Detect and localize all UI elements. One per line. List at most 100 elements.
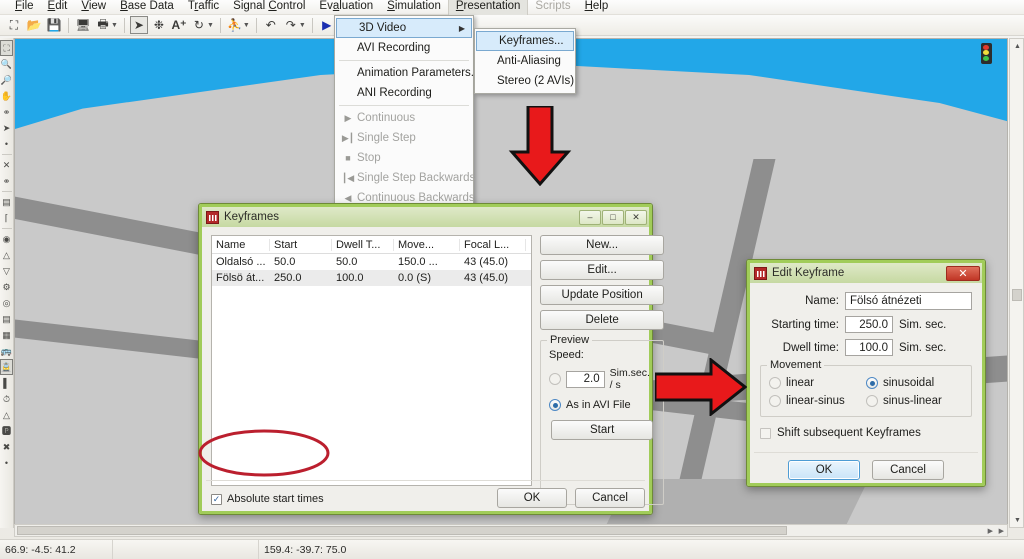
menu-traffic[interactable]: Traffic [181,0,226,15]
menu-item-keyframes[interactable]: Keyframes... [476,31,574,51]
open-file-icon[interactable]: 📂 [25,16,43,34]
pan-hand-icon[interactable]: ✋ [0,88,13,104]
menu-item-animation-parameters[interactable]: Animation Parameters... [335,63,480,83]
column-header-focal-length[interactable]: Focal L... [460,238,526,251]
edit-button[interactable]: Edit... [540,260,665,280]
menu-item-stereo[interactable]: Stereo (2 AVIs) [475,71,575,91]
column-header-movement[interactable]: Move... [394,238,460,251]
print-icon[interactable]: 🖶 [94,16,112,34]
edit-keyframe-titlebar[interactable]: Edit Keyframe ✕ [750,263,982,283]
movement-option-linear-sinus[interactable]: linear-sinus [769,395,866,407]
network-editor-icon[interactable]: ⛶ [0,40,13,56]
refresh-dropdown-icon[interactable]: ▼ [207,22,214,29]
column-header-start[interactable]: Start [270,238,332,251]
close-button[interactable]: ✕ [946,265,980,281]
save-icon[interactable]: 💾 [45,16,63,34]
linear-radio[interactable] [769,377,781,389]
menu-item-anti-aliasing[interactable]: Anti-Aliasing [475,51,575,71]
sinus-linear-radio[interactable] [866,395,878,407]
menu-presentation[interactable]: Presentation [447,0,529,15]
menu-file[interactable]: FFileile [8,0,41,15]
as-in-avi-radio[interactable] [549,399,561,411]
linear-sinus-radio[interactable] [769,395,781,407]
video3d-submenu-dropdown[interactable]: Keyframes... Anti-Aliasing Stereo (2 AVI… [474,28,576,94]
redo-icon[interactable]: ↷ [282,16,300,34]
text-label-icon[interactable]: A⁺ [170,16,188,34]
shift-subsequent-row[interactable]: Shift subsequent Keyframes [760,427,972,439]
starting-time-input[interactable]: 250.0 [845,316,893,333]
pedestrian-dropdown-icon[interactable]: ▼ [243,22,250,29]
menu-base-data[interactable]: Base Data [113,0,181,15]
print-preview-icon[interactable]: 🖥 [74,16,92,34]
menu-signal-control[interactable]: Signal Control [226,0,312,15]
shift-subsequent-checkbox[interactable] [760,427,771,439]
ok-button[interactable]: OK [788,460,860,480]
column-header-name[interactable]: Name [212,238,270,251]
network-objects-icon[interactable]: ❉ [150,16,168,34]
pedestrian-area-icon[interactable]: ✖ [0,439,13,455]
zoom-in-icon[interactable]: 🔍 [0,56,13,72]
undo-dropdown-icon[interactable]: ▼ [299,22,306,29]
scroll-down-arrow-icon[interactable]: ▼ [1010,513,1024,527]
minimize-button[interactable]: – [579,209,601,225]
movement-option-sinus-linear[interactable]: sinus-linear [866,395,963,407]
as-in-avi-row[interactable]: As in AVI File [549,399,655,411]
signal-control-icon[interactable]: ⚙ [0,279,13,295]
table-row[interactable]: Oldalsó ... 50.0 50.0 150.0 ... 43 (45.0… [212,254,531,270]
undo-icon[interactable]: ↶ [262,16,280,34]
new-button[interactable]: New... [540,235,665,255]
menu-item-3d-video[interactable]: 3D Video ▶ [336,18,472,38]
viewport-vertical-scrollbar[interactable]: ▲ ▼ [1009,38,1024,528]
dwell-time-input[interactable]: 100.0 [845,339,893,356]
links-icon[interactable]: ✕ [0,157,13,173]
update-position-button[interactable]: Update Position [540,285,665,305]
connector-icon[interactable]: ⚭ [0,173,13,189]
measurement-icon[interactable]: △ [0,407,13,423]
edit-keyframe-dialog[interactable]: Edit Keyframe ✕ Name: Fölsó átnézeti Sta… [746,259,986,487]
keyframes-titlebar[interactable]: Keyframes – □ ✕ [202,207,649,227]
movement-option-linear[interactable]: linear [769,377,866,389]
speed-input[interactable]: 2.0 [566,370,605,388]
conflict-area-icon[interactable]: ◉ [0,231,13,247]
node-icon[interactable]: ⚭ [0,104,13,120]
pedestrian-icon[interactable]: ⛹ [226,16,244,34]
refresh-icon[interactable]: ↻ [190,16,208,34]
desired-speed-icon[interactable]: ▤ [0,194,13,210]
vector-icon[interactable]: ➤ [0,120,13,136]
point-icon[interactable]: • [0,136,13,152]
scroll-end-arrow-icon[interactable]: ▶ [999,527,1004,535]
zoom-query-icon[interactable]: 🔎 [0,72,13,88]
select-pointer-icon[interactable]: ➤ [129,16,148,34]
pt-line-icon[interactable]: 🚊 [0,359,13,375]
maximize-button[interactable]: □ [602,209,624,225]
new-network-icon[interactable]: ⛶ [5,16,23,34]
cancel-button[interactable]: Cancel [575,488,645,508]
menu-simulation[interactable]: Simulation [380,0,448,15]
movement-option-sinusoidal[interactable]: sinusoidal [866,377,963,389]
reduced-speed-icon[interactable]: ⌈ [0,210,13,226]
parking-lot-icon[interactable]: 🅿 [0,423,13,439]
signal-icon-2[interactable]: ▦ [0,327,13,343]
vehicle-input-icon[interactable]: ▌ [0,375,13,391]
priority-rule-icon[interactable]: △ [0,247,13,263]
close-button[interactable]: ✕ [625,209,647,225]
signal-head-icon[interactable]: ◎ [0,295,13,311]
keyframes-dialog[interactable]: Keyframes – □ ✕ Name Start Dwell T... Mo… [198,203,665,515]
menu-evaluation[interactable]: Evaluation [312,0,380,15]
scroll-up-arrow-icon[interactable]: ▲ [1010,39,1024,53]
column-header-dwell-time[interactable]: Dwell T... [332,238,394,251]
menu-item-ani-recording[interactable]: ANI Recording [335,83,473,103]
speed-radio[interactable] [549,373,561,385]
cancel-button[interactable]: Cancel [872,460,944,480]
vertical-scroll-thumb[interactable] [1012,289,1022,301]
stop-sign-icon[interactable]: ▽ [0,263,13,279]
menu-help[interactable]: Help [578,0,616,15]
horizontal-scroll-thumb[interactable] [17,526,787,535]
table-row[interactable]: Fölsö át... 250.0 100.0 0.0 (S) 43 (45.0… [212,270,531,286]
menu-view[interactable]: View [74,0,113,15]
start-preview-button[interactable]: Start [551,420,654,440]
viewport-horizontal-scrollbar[interactable]: ◀ ▶ ▶ [14,524,1008,537]
ok-button[interactable]: OK [497,488,567,508]
keyframes-table[interactable]: Name Start Dwell T... Move... Focal L...… [211,235,532,486]
vehicle-route-icon[interactable]: ⏱ [0,391,13,407]
